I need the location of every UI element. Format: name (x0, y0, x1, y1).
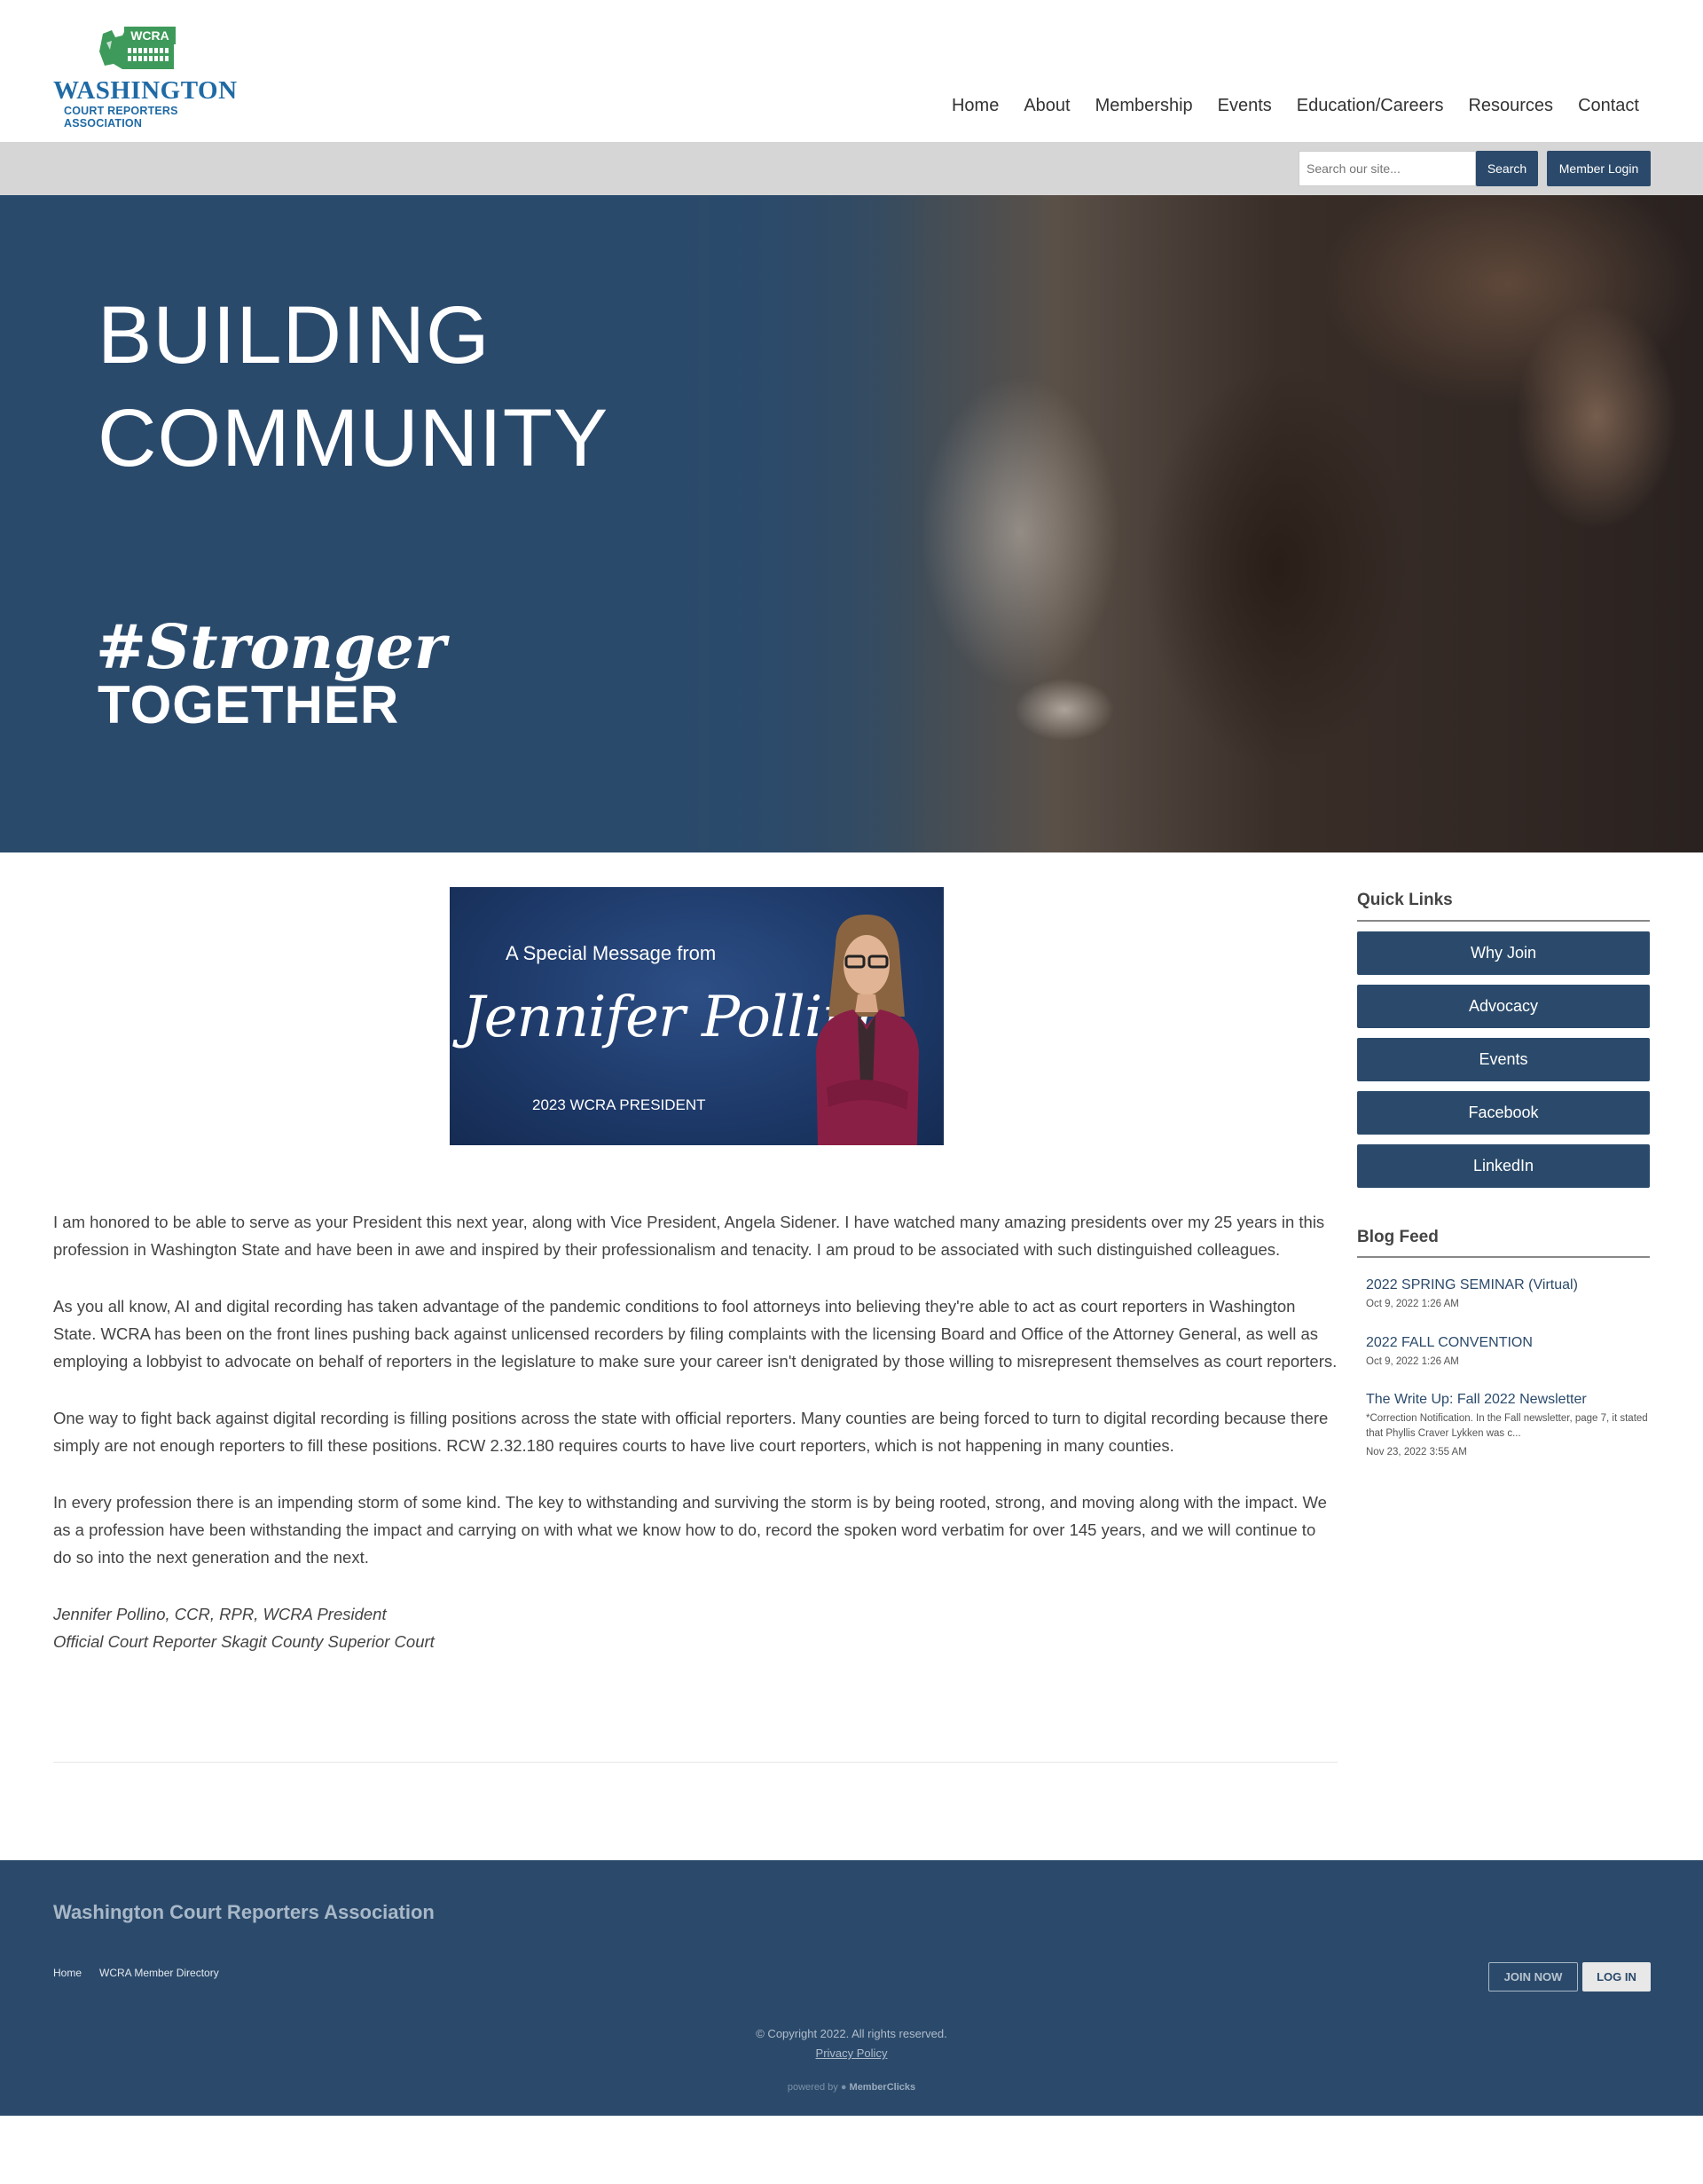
memberclicks-logo-icon: ● (840, 2082, 847, 2093)
president-portrait (816, 915, 919, 1145)
site-footer: Washington Court Reporters Association H… (0, 1860, 1703, 2116)
footer-login-button[interactable]: LOG IN (1582, 1962, 1651, 1992)
powered-by[interactable]: powered by ● MemberClicks (0, 2082, 1703, 2093)
join-now-button[interactable]: JOIN NOW (1488, 1962, 1578, 1992)
logo-badge: WCRA (124, 27, 176, 44)
hero-tagline: TOGETHER (98, 675, 400, 735)
powered-by-brand: MemberClicks (849, 2082, 916, 2093)
blog-feed-rule (1357, 1256, 1650, 1258)
president-message-banner: A Special Message from Jennifer Pollino … (450, 887, 944, 1145)
president-message-article: I am honored to be able to serve as your… (53, 1208, 1338, 1655)
hero-title-line2: COMMUNITY (98, 393, 609, 483)
blog-item-excerpt: *Correction Notification. In the Fall ne… (1366, 1413, 1648, 1439)
article-paragraph: In every profession there is an impendin… (53, 1493, 1327, 1567)
hero-title: BUILDING COMMUNITY (98, 284, 608, 490)
blog-item: The Write Up: Fall 2022 Newsletter *Corr… (1366, 1392, 1650, 1457)
copyright-text: © Copyright 2022. All rights reserved. (756, 2027, 947, 2040)
logo-subtitle: COURT REPORTERS ASSOCIATION (64, 105, 178, 130)
footer-link-home[interactable]: Home (53, 1967, 82, 1979)
nav-resources[interactable]: Resources (1468, 96, 1553, 116)
footer-link-member-directory[interactable]: WCRA Member Directory (99, 1967, 219, 1979)
quick-links-title: Quick Links (1357, 891, 1453, 909)
blog-item: 2022 FALL CONVENTION Oct 9, 2022 1:26 AM (1366, 1335, 1650, 1367)
privacy-policy-link[interactable]: Privacy Policy (816, 2047, 888, 2060)
nav-education-careers[interactable]: Education/Careers (1297, 96, 1444, 116)
nav-events[interactable]: Events (1218, 96, 1272, 116)
hero-banner: BUILDING COMMUNITY #Stronger TOGETHER (0, 195, 1703, 852)
quick-link-advocacy[interactable]: Advocacy (1357, 985, 1650, 1028)
nav-membership[interactable]: Membership (1095, 96, 1193, 116)
main-nav: Home About Membership Events Education/C… (952, 96, 1639, 116)
quick-link-linkedin[interactable]: LinkedIn (1357, 1144, 1650, 1188)
blog-item-title[interactable]: 2022 SPRING SEMINAR (Virtual) (1366, 1277, 1650, 1293)
member-login-button[interactable]: Member Login (1547, 151, 1651, 186)
search-input[interactable] (1299, 151, 1476, 186)
quick-links-rule (1357, 920, 1650, 922)
article-paragraph: As you all know, AI and digital recordin… (53, 1297, 1338, 1371)
signoff-title: Official Court Reporter Skagit County Su… (53, 1632, 435, 1651)
blog-item-date: Oct 9, 2022 1:26 AM (1366, 1299, 1459, 1309)
blog-item-title[interactable]: The Write Up: Fall 2022 Newsletter (1366, 1392, 1650, 1408)
hero-title-line1: BUILDING (98, 290, 490, 381)
powered-by-prefix: powered by (787, 2082, 838, 2093)
hero-hashtag: #Stronger (96, 612, 446, 683)
blog-item-date: Oct 9, 2022 1:26 AM (1366, 1356, 1459, 1367)
quick-link-why-join[interactable]: Why Join (1357, 931, 1650, 975)
footer-title: Washington Court Reporters Association (53, 1901, 435, 1923)
banner-role: 2023 WCRA PRESIDENT (532, 1096, 706, 1113)
article-paragraph: One way to fight back against digital re… (53, 1409, 1329, 1455)
privacy-policy: Privacy Policy (0, 2047, 1703, 2060)
hero-photo (710, 195, 1703, 852)
search-button[interactable]: Search (1476, 151, 1538, 186)
article-paragraph: I am honored to be able to serve as your… (53, 1213, 1325, 1259)
blog-item-title[interactable]: 2022 FALL CONVENTION (1366, 1335, 1650, 1351)
utility-bar: Search Member Login (0, 142, 1703, 195)
quick-link-events[interactable]: Events (1357, 1038, 1650, 1081)
nav-contact[interactable]: Contact (1578, 96, 1639, 116)
quick-link-facebook[interactable]: Facebook (1357, 1091, 1650, 1135)
wcra-logo[interactable]: WCRA WASHINGTON COURT REPORTERS ASSOCIAT… (53, 25, 238, 130)
blog-item-date: Nov 23, 2022 3:55 AM (1366, 1447, 1467, 1457)
banner-message: A Special Message from (506, 942, 717, 964)
blog-feed-title: Blog Feed (1357, 1228, 1439, 1246)
footer-links: Home WCRA Member Directory (53, 1967, 219, 1979)
content-divider (53, 1762, 1338, 1763)
logo-name: WASHINGTON (53, 76, 238, 105)
signoff-name: Jennifer Pollino, CCR, RPR, WCRA Preside… (53, 1605, 387, 1623)
blog-item: 2022 SPRING SEMINAR (Virtual) Oct 9, 202… (1366, 1277, 1650, 1309)
nav-about[interactable]: About (1024, 96, 1070, 116)
site-header: WCRA WASHINGTON COURT REPORTERS ASSOCIAT… (0, 0, 1703, 142)
nav-home[interactable]: Home (952, 96, 999, 116)
